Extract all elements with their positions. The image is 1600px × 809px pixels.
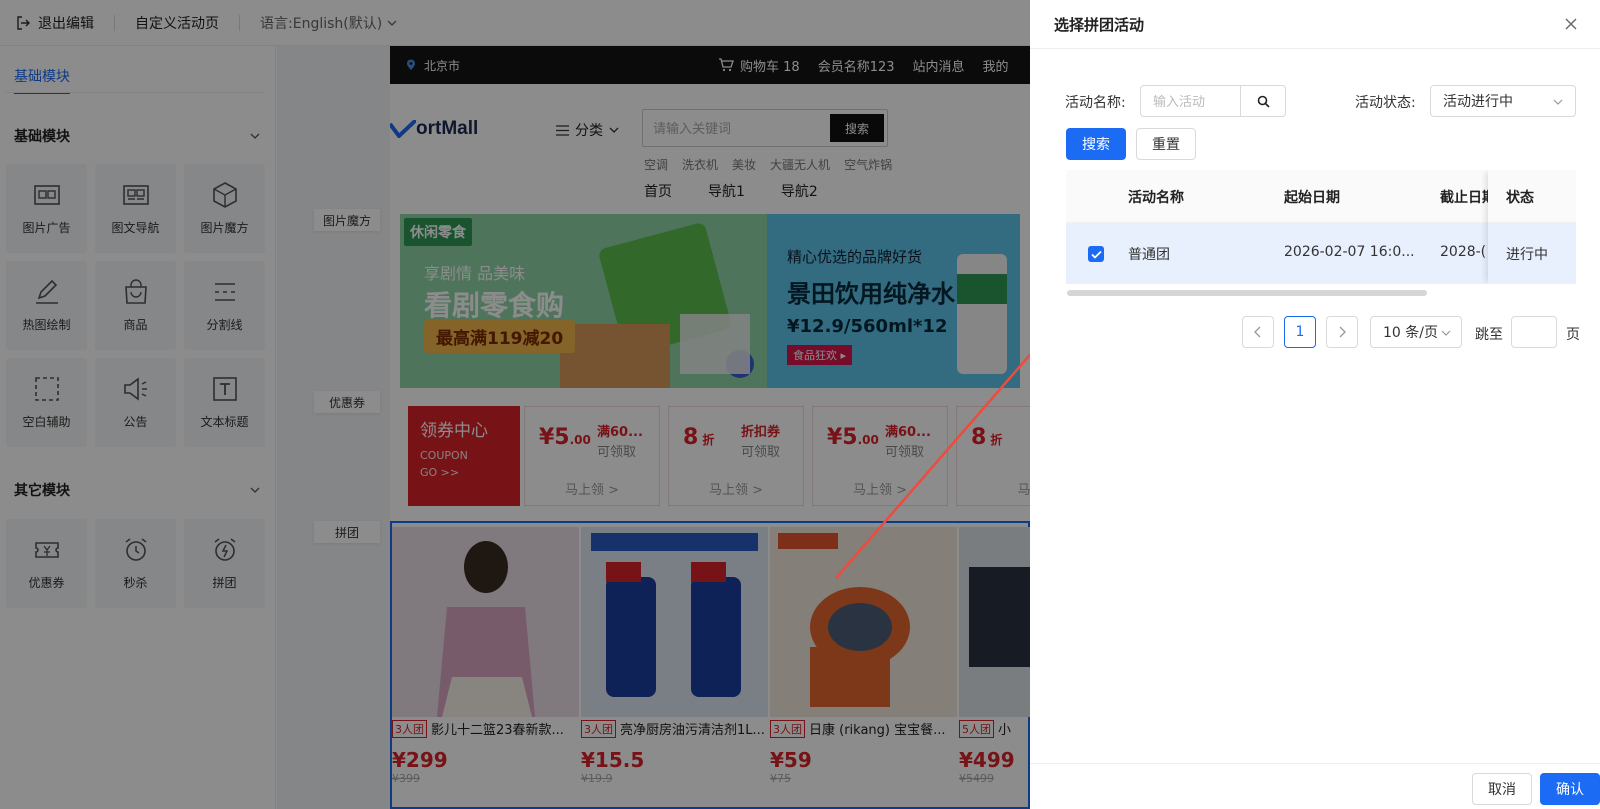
column-header-start: 起始日期 bbox=[1284, 190, 1340, 206]
status-select-value: 活动进行中 bbox=[1443, 94, 1513, 110]
reset-button[interactable]: 重置 bbox=[1136, 128, 1196, 160]
fixed-status-column: 状态 进行中 bbox=[1488, 170, 1576, 284]
cell-activity-name: 普通团 bbox=[1128, 247, 1170, 263]
close-icon[interactable] bbox=[1562, 15, 1580, 33]
page-size-value: 10 条/页 bbox=[1383, 325, 1438, 341]
column-header-name: 活动名称 bbox=[1128, 190, 1184, 206]
search-icon[interactable] bbox=[1240, 85, 1286, 117]
chevron-left-icon bbox=[1254, 326, 1261, 338]
activity-table: 活动名称 起始日期 截止日期 普通团 2026-02-07 16:0... 20… bbox=[1066, 170, 1576, 284]
drawer-header: 选择拼团活动 bbox=[1030, 0, 1600, 49]
group-buy-picker-drawer: 选择拼团活动 bbox=[1030, 0, 1600, 809]
confirm-button[interactable]: 确认 bbox=[1540, 773, 1600, 805]
prev-page-button[interactable] bbox=[1242, 316, 1274, 348]
cell-status: 进行中 bbox=[1506, 247, 1548, 263]
chevron-right-icon bbox=[1339, 326, 1346, 338]
table-cell: 进行中 bbox=[1488, 223, 1576, 284]
chevron-down-icon bbox=[1553, 97, 1563, 107]
activity-status-select[interactable]: 活动进行中 bbox=[1430, 85, 1576, 117]
page-size-select[interactable]: 10 条/页 bbox=[1370, 316, 1462, 348]
horizontal-scrollbar[interactable] bbox=[1067, 290, 1427, 296]
drawer-title: 选择拼团活动 bbox=[1054, 16, 1145, 34]
search-button[interactable]: 搜索 bbox=[1066, 128, 1126, 160]
jump-page-input[interactable] bbox=[1511, 316, 1557, 348]
chevron-down-icon bbox=[1441, 328, 1451, 338]
cell-end-date: 2028-( bbox=[1440, 244, 1487, 260]
check-icon bbox=[1090, 250, 1102, 259]
cancel-button[interactable]: 取消 bbox=[1472, 773, 1532, 805]
cell-start-date: 2026-02-07 16:0... bbox=[1284, 244, 1415, 260]
page-unit-label: 页 bbox=[1566, 327, 1580, 343]
activity-status-label: 活动状态: bbox=[1355, 95, 1416, 111]
table-header-cell: 状态 bbox=[1488, 170, 1576, 223]
jump-label: 跳至 bbox=[1475, 327, 1503, 343]
column-header-status: 状态 bbox=[1506, 190, 1534, 206]
next-page-button[interactable] bbox=[1326, 316, 1358, 348]
row-checkbox[interactable] bbox=[1088, 246, 1104, 262]
page-number[interactable]: 1 bbox=[1284, 316, 1316, 348]
activity-name-label: 活动名称: bbox=[1065, 95, 1126, 111]
activity-name-input[interactable] bbox=[1140, 85, 1240, 117]
